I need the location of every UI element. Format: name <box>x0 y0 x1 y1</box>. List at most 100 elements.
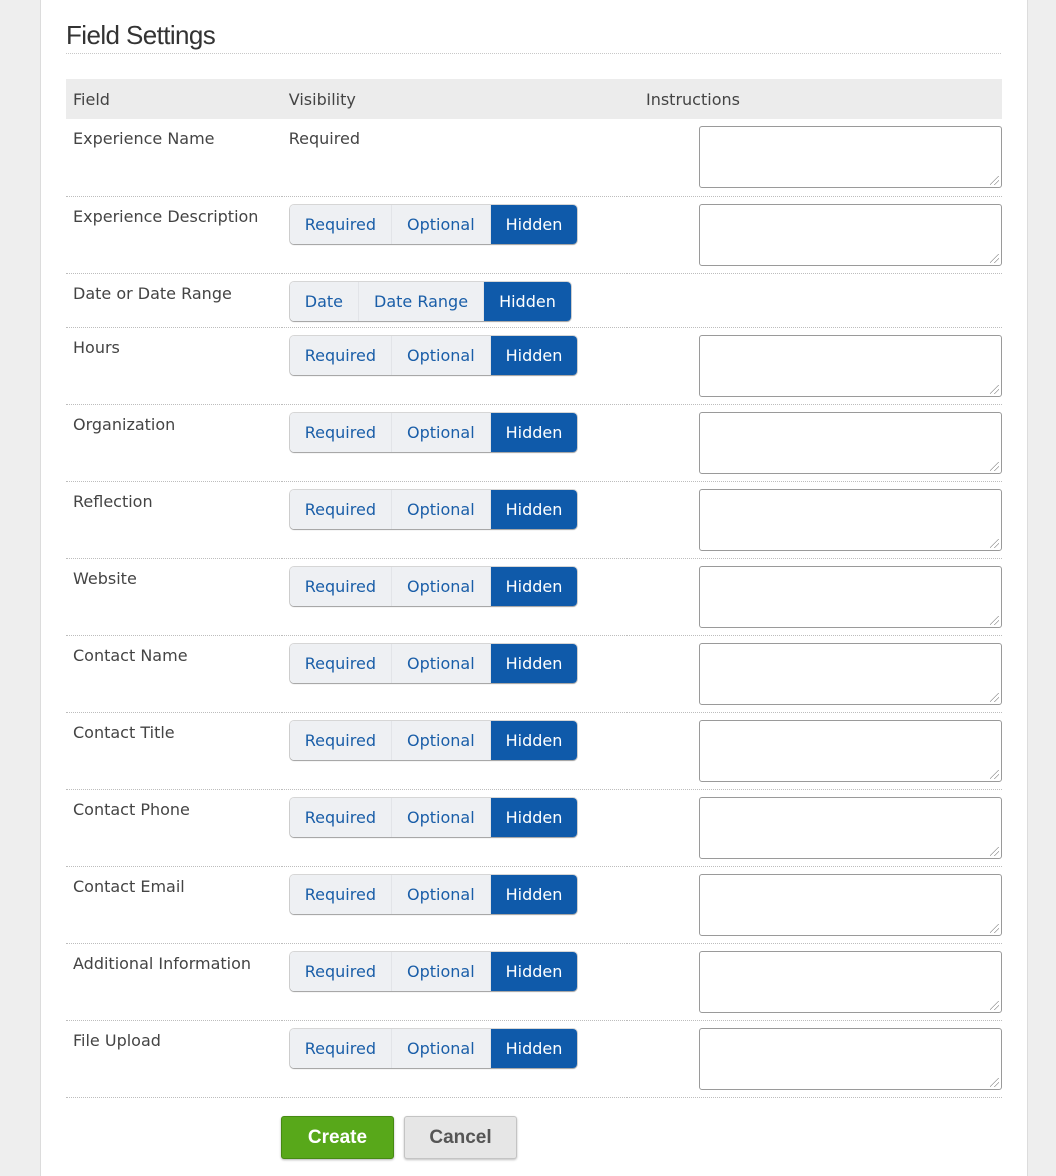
instructions-cell <box>626 327 1002 405</box>
visibility-option-optional[interactable]: Optional <box>391 720 491 760</box>
visibility-option-required[interactable]: Required <box>289 720 392 760</box>
visibility-option-hidden[interactable]: Hidden <box>490 643 578 683</box>
field-settings-panel: Field Settings Field Visibility Instruct… <box>40 0 1028 1176</box>
visibility-option-hidden[interactable]: Hidden <box>490 489 578 529</box>
visibility-option-required[interactable]: Required <box>289 412 392 452</box>
visibility-option-required[interactable]: Required <box>289 874 392 914</box>
visibility-toggle-group: Required Optional Hidden <box>289 951 578 991</box>
table-header-row: Field Visibility Instructions <box>66 79 1002 119</box>
instructions-cell <box>626 1020 1002 1098</box>
instructions-textarea[interactable] <box>698 950 1002 1013</box>
visibility-option-required[interactable]: Required <box>289 643 392 683</box>
resize-grip-icon[interactable] <box>989 923 999 933</box>
visibility-option-hidden[interactable]: Hidden <box>490 874 578 914</box>
instructions-cell <box>626 196 1002 274</box>
visibility-option-optional[interactable]: Optional <box>391 489 491 529</box>
instructions-cell <box>626 404 1002 482</box>
visibility-option-optional[interactable]: Optional <box>391 797 491 837</box>
column-header-field: Field <box>66 79 282 119</box>
instructions-textarea[interactable] <box>698 126 1002 188</box>
table-row: Website Required Optional Hidden <box>66 558 1002 636</box>
instructions-textarea[interactable] <box>698 488 1002 551</box>
visibility-option-optional[interactable]: Optional <box>391 566 491 606</box>
visibility-cell: Required Optional Hidden <box>281 196 627 274</box>
visibility-option-required[interactable]: Required <box>289 489 392 529</box>
visibility-option-hidden[interactable]: Hidden <box>490 720 578 760</box>
field-settings-table: Field Visibility Instructions Experience… <box>66 79 1002 1098</box>
visibility-option-required[interactable]: Required <box>289 951 392 991</box>
visibility-option-hidden[interactable]: Hidden <box>490 951 578 991</box>
instructions-textarea[interactable] <box>698 873 1002 936</box>
resize-grip-icon[interactable] <box>989 1077 999 1087</box>
visibility-static-label: Required <box>288 129 360 148</box>
table-row: Contact Phone Required Optional Hidden <box>66 789 1002 867</box>
visibility-option-hidden[interactable]: Hidden <box>490 412 578 452</box>
visibility-toggle-group: Required Optional Hidden <box>289 335 578 375</box>
field-name: Contact Phone <box>66 789 282 867</box>
visibility-option-hidden[interactable]: Hidden <box>490 1028 578 1068</box>
visibility-cell: Required Optional Hidden <box>281 635 627 713</box>
visibility-cell: Required Optional Hidden <box>281 404 627 482</box>
instructions-textarea[interactable] <box>698 796 1002 859</box>
field-name: Contact Name <box>66 635 282 713</box>
instructions-textarea[interactable] <box>698 642 1002 705</box>
table-row: Experience Name Required <box>66 119 1002 197</box>
visibility-option-optional[interactable]: Optional <box>391 951 491 991</box>
visibility-toggle-group: Required Optional Hidden <box>289 797 578 837</box>
create-button[interactable]: Create <box>281 1116 394 1159</box>
visibility-option-date[interactable]: Date <box>289 281 360 321</box>
visibility-cell: Required <box>281 119 627 197</box>
visibility-option-optional[interactable]: Optional <box>391 643 491 683</box>
visibility-option-hidden[interactable]: Hidden <box>490 204 578 244</box>
visibility-option-required[interactable]: Required <box>289 566 392 606</box>
visibility-option-required[interactable]: Required <box>289 335 392 375</box>
resize-grip-icon[interactable] <box>989 692 999 702</box>
visibility-option-hidden[interactable]: Hidden <box>490 566 578 606</box>
resize-grip-icon[interactable] <box>989 615 999 625</box>
table-row: Hours Required Optional Hidden <box>66 327 1002 405</box>
visibility-toggle-group: Required Optional Hidden <box>289 1028 578 1068</box>
field-name: File Upload <box>66 1020 282 1098</box>
instructions-textarea[interactable] <box>698 203 1002 266</box>
resize-grip-icon[interactable] <box>989 538 999 548</box>
instructions-cell <box>626 866 1002 944</box>
field-name: Experience Description <box>66 196 282 274</box>
visibility-option-hidden[interactable]: Hidden <box>490 335 578 375</box>
instructions-cell <box>626 119 1002 197</box>
instructions-textarea[interactable] <box>698 565 1002 628</box>
visibility-cell: Required Optional Hidden <box>281 327 627 405</box>
resize-grip-icon[interactable] <box>989 253 999 263</box>
resize-grip-icon[interactable] <box>989 769 999 779</box>
field-name: Website <box>66 558 282 636</box>
table-row: Additional Information Required Optional Hi… <box>66 943 1002 1021</box>
visibility-option-date-range[interactable]: Date Range <box>359 281 485 321</box>
visibility-option-optional[interactable]: Optional <box>391 874 491 914</box>
resize-grip-icon[interactable] <box>989 384 999 394</box>
resize-grip-icon[interactable] <box>989 846 999 856</box>
visibility-option-hidden[interactable]: Hidden <box>484 281 571 321</box>
visibility-cell: Date Date Range Hidden <box>281 273 627 328</box>
visibility-option-hidden[interactable]: Hidden <box>490 797 578 837</box>
visibility-option-optional[interactable]: Optional <box>391 335 491 375</box>
instructions-textarea[interactable] <box>698 411 1002 474</box>
visibility-option-optional[interactable]: Optional <box>391 204 491 244</box>
visibility-cell: Required Optional Hidden <box>281 943 627 1021</box>
resize-grip-icon[interactable] <box>989 461 999 471</box>
visibility-toggle-group: Date Date Range Hidden <box>289 281 571 321</box>
resize-grip-icon[interactable] <box>989 176 999 185</box>
table-row: Date or Date Range Date Date Range Hidden <box>66 273 1002 328</box>
field-name: Additional Information <box>66 943 282 1021</box>
instructions-textarea[interactable] <box>698 1027 1002 1090</box>
table-row: Reflection Required Optional Hidden <box>66 481 1002 559</box>
visibility-option-required[interactable]: Required <box>289 797 392 837</box>
cancel-button[interactable]: Cancel <box>404 1116 517 1159</box>
visibility-option-required[interactable]: Required <box>289 1028 392 1068</box>
table-row: Contact Name Required Optional Hidden <box>66 635 1002 713</box>
visibility-option-required[interactable]: Required <box>289 204 392 244</box>
resize-grip-icon[interactable] <box>989 1000 999 1010</box>
instructions-textarea[interactable] <box>698 719 1002 782</box>
field-name: Organization <box>66 404 282 482</box>
visibility-option-optional[interactable]: Optional <box>391 1028 491 1068</box>
visibility-option-optional[interactable]: Optional <box>391 412 491 452</box>
instructions-textarea[interactable] <box>698 334 1002 397</box>
